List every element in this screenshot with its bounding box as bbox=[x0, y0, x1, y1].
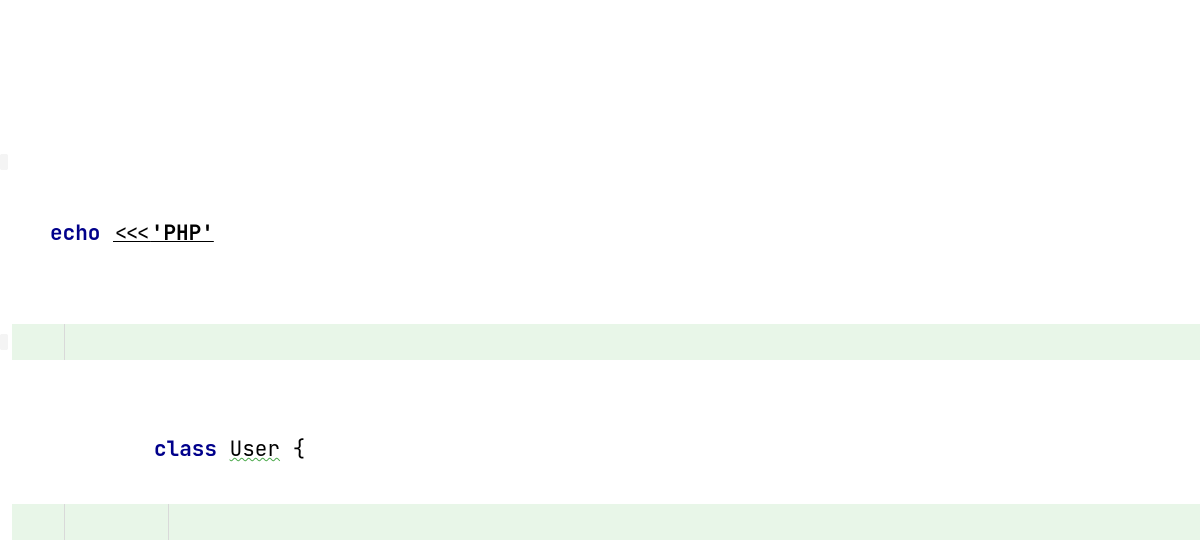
diff-margin-added bbox=[12, 504, 50, 540]
code-cell: class User { bbox=[50, 324, 1200, 360]
indent-guide bbox=[64, 324, 65, 360]
heredoc-label: 'PHP' bbox=[151, 220, 214, 247]
indent-guide bbox=[64, 504, 65, 540]
code-line: class User { bbox=[0, 324, 1200, 360]
class-name: User bbox=[230, 436, 280, 463]
brace-open: { bbox=[280, 436, 305, 463]
heredoc-open: <<< bbox=[113, 220, 151, 247]
diff-margin-added bbox=[12, 324, 50, 360]
code-line: public int $id; bbox=[0, 504, 1200, 540]
indent-guide bbox=[168, 504, 169, 540]
code-editor[interactable]: echo <<<'PHP' class User { public int $i… bbox=[0, 0, 1200, 540]
diff-margin bbox=[12, 144, 50, 180]
gutter bbox=[0, 324, 12, 360]
gutter bbox=[0, 144, 12, 180]
gutter bbox=[0, 504, 12, 540]
keyword-echo: echo bbox=[50, 220, 113, 247]
code-cell: public int $id; bbox=[50, 504, 1200, 540]
code-line: echo <<<'PHP' bbox=[0, 144, 1200, 180]
keyword-class: class bbox=[154, 436, 230, 463]
code-cell: echo <<<'PHP' bbox=[50, 144, 1200, 180]
